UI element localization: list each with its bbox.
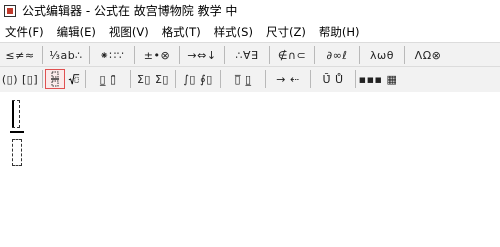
toolbar-divider (404, 46, 405, 64)
toolbar-divider (85, 70, 86, 88)
greek-uppercase-button[interactable]: ΛΩ⊗ (407, 45, 449, 65)
toolbar-divider (310, 70, 311, 88)
menu-help[interactable]: 帮助(H) (314, 24, 368, 40)
subscript-templates-button[interactable]: ▯̲ ▯̄ (88, 69, 128, 89)
integral-templates-button[interactable]: ∫▯ ∮▯ (178, 69, 218, 89)
toolbar-divider (175, 70, 176, 88)
embellishments-button[interactable]: ⁕∷∵ (92, 45, 132, 65)
equation-editing-area[interactable] (0, 92, 500, 247)
toolbar-row-separator (0, 66, 500, 67)
fence-templates-button[interactable]: (▯) [▯] (0, 69, 40, 89)
toolbar-divider (314, 46, 315, 64)
fraction-bar (10, 131, 24, 133)
underbar-overbar-templates-button[interactable]: ▯̅ ▯̲ (223, 69, 263, 89)
greek-lowercase-button[interactable]: λωθ (362, 45, 402, 65)
toolbar-divider (134, 46, 135, 64)
menu-style[interactable]: 样式(S) (209, 24, 261, 40)
fraction-template-button[interactable] (45, 69, 65, 89)
summation-templates-button[interactable]: Σ▯ Σ▯ (133, 69, 173, 89)
template-palette-row: (▯) [▯] ▯̲ ▯̄ Σ▯ Σ▯ ∫▯ ∮▯ ▯̅ ▯̲ → ⇠ Ū̇ Ů (0, 68, 500, 90)
toolbar-divider (130, 70, 131, 88)
labeled-arrow-templates-button[interactable]: → ⇠ (268, 69, 308, 89)
fraction-icon (51, 71, 59, 87)
app-icon (4, 4, 16, 17)
window-title: 公式编辑器 - 公式在 故宫博物院 教学 中 (22, 4, 238, 18)
text-cursor (12, 101, 14, 127)
menu-bar: 文件(F) 编辑(E) 视图(V) 格式(T) 样式(S) 尺寸(Z) 帮助(H… (0, 22, 500, 42)
matrix-templates-button[interactable]: ▪▪▪ ▦ (358, 69, 398, 89)
menu-size[interactable]: 尺寸(Z) (261, 24, 314, 40)
toolbar-divider (42, 46, 43, 64)
logical-symbols-button[interactable]: ∴∀∃ (227, 45, 267, 65)
toolbar-divider (220, 70, 221, 88)
radical-template-button[interactable] (65, 69, 83, 89)
relation-symbols-button[interactable]: ≤≠≈ (0, 45, 40, 65)
arrow-symbols-button[interactable]: →⇔↓ (182, 45, 222, 65)
set-theory-symbols-button[interactable]: ∉∩⊂ (272, 45, 312, 65)
symbol-palette-row: ≤≠≈ ⅓ab∴ ⁕∷∵ ±•⊗ →⇔↓ ∴∀∃ ∉∩⊂ ∂∞ℓ λωθ ΛΩ⊗ (0, 44, 500, 66)
toolbar-divider (224, 46, 225, 64)
denominator-slot[interactable] (12, 139, 22, 166)
menu-edit[interactable]: 编辑(E) (52, 24, 104, 40)
toolbar-divider (89, 46, 90, 64)
toolbar-divider (265, 70, 266, 88)
title-bar: 公式编辑器 - 公式在 故宫博物院 教学 中 (0, 0, 500, 21)
toolbar-divider (179, 46, 180, 64)
menu-file[interactable]: 文件(F) (0, 24, 52, 40)
spaces-ellipses-button[interactable]: ⅓ab∴ (45, 45, 87, 65)
equation-toolbar: ≤≠≈ ⅓ab∴ ⁕∷∵ ±•⊗ →⇔↓ ∴∀∃ ∉∩⊂ ∂∞ℓ λωθ ΛΩ⊗… (0, 42, 500, 93)
toolbar-divider (269, 46, 270, 64)
misc-symbols-button[interactable]: ∂∞ℓ (317, 45, 357, 65)
operator-symbols-button[interactable]: ±•⊗ (137, 45, 177, 65)
menu-format[interactable]: 格式(T) (157, 24, 209, 40)
products-set-templates-button[interactable]: Ū̇ Ů (313, 69, 353, 89)
menu-view[interactable]: 视图(V) (104, 24, 157, 40)
radical-icon (68, 74, 80, 85)
toolbar-divider (42, 70, 43, 88)
toolbar-divider (355, 70, 356, 88)
toolbar-divider (359, 46, 360, 64)
